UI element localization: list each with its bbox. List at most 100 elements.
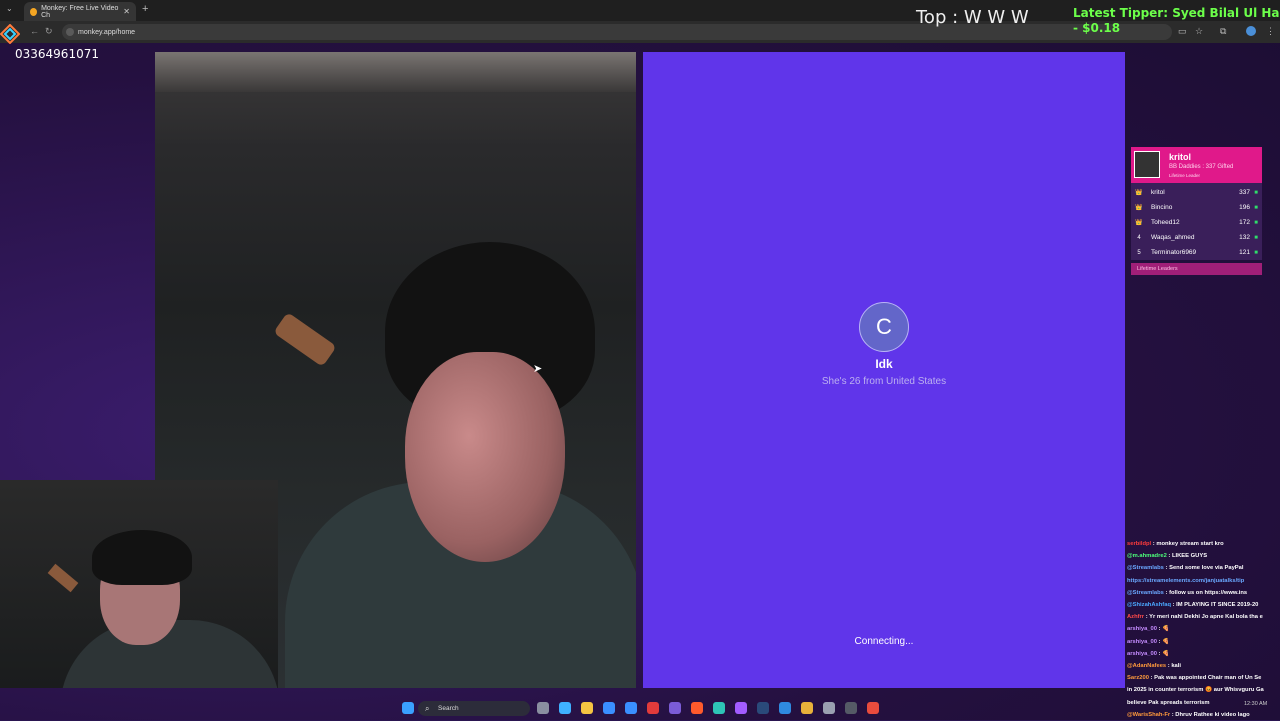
webcam-lamp [47,563,79,593]
video-lamp [273,312,337,367]
connection-status: Connecting... [854,636,914,647]
monkey-favicon-icon [30,7,38,16]
webcam-person-hair [92,530,192,585]
task-view-icon[interactable] [537,702,549,714]
leaderboard-row: 👑 Toheed12 172 ■ [1131,215,1262,230]
brave-icon[interactable] [691,702,703,714]
chat-text: : 🍕 [1156,626,1170,633]
chat-message: arshiya_00 : 🍕 [1127,623,1280,635]
chat-message: @m.ahmadre2 : LIKEE GUYS [1127,550,1280,562]
teams-icon[interactable] [669,702,681,714]
chat-message: @Streamlabs : follow us on https://www.i… [1127,587,1280,599]
chat-text: : 🍕 [1156,650,1170,657]
chat-text: : Yr meri nahi Dekhi Jo apne Kal bola th… [1144,614,1263,621]
site-info-icon[interactable] [66,28,74,36]
video-person-face [405,352,565,562]
stream-chat: serbildpl : monkey stream start kro @m.ah… [1127,538,1280,721]
leaderboard-rank: 👑 [1135,205,1143,211]
taskbar-search-input[interactable]: ⌕ Search [418,701,530,716]
leaderboard-user: kritol [1151,189,1165,196]
chat-text: : IM PLAYING IT SINCE 2019-20 [1170,602,1259,609]
gift-icon: ■ [1254,219,1258,226]
new-tab-button[interactable]: + [142,3,148,15]
chat-username: @AdanNafees [1127,663,1167,670]
leaderboard-count: 337 [1239,189,1250,196]
leaderboard-row: 👑 kritol 337 ■ [1131,185,1262,200]
leaderboard-count: 132 [1239,234,1250,241]
browser-tab[interactable]: Monkey: Free Live Video Ch ✕ [24,2,136,21]
leaderboard-user: Waqas_ahmed [1151,234,1195,241]
tipper-name: Latest Tipper: Syed Bilal Ul Hass [1073,6,1280,20]
chat-username: arshiya_00 [1127,650,1157,657]
chat-text: : monkey stream start kro [1151,541,1224,547]
chat-username: @Streamlabs [1127,589,1164,596]
chat-username: Sarz200 [1127,675,1149,682]
chat-text: : follow us on https://www.ins [1163,589,1248,596]
chat-message: arshiya_00 : 🍕 [1127,636,1280,648]
back-icon[interactable]: ← [30,26,39,36]
chat-text: : Send some love via PayPal [1163,565,1244,572]
video-ceiling [155,52,636,92]
reload-icon[interactable]: ↻ [45,26,53,37]
gift-icon: ■ [1254,189,1258,196]
chat-username: Azhfrr [1127,614,1145,621]
tab-title: Monkey: Free Live Video Ch [41,4,119,19]
chat-text: https://streamelements.com/janjuatalks/t… [1127,577,1245,584]
chrome-active-icon[interactable] [867,702,879,714]
copilot-icon[interactable] [559,702,571,714]
chat-username: @m.ahmadre2 [1127,553,1167,560]
match-avatar: C [859,302,909,352]
chat-message: Sarz200 : Pak was appointed Chair man of… [1127,672,1280,684]
search-icon: ⌕ [425,704,430,713]
tab-close-icon[interactable]: ✕ [123,7,130,16]
windows-taskbar [0,698,1280,720]
leaderboard-user: Toheed12 [1151,219,1180,226]
chat-message: @ShizahAshfaq : IM PLAYING IT SINCE 2019… [1127,599,1280,611]
leaderboard-row: 5 Terminator6969 121 ■ [1131,245,1262,260]
app-red-icon[interactable] [647,702,659,714]
chrome-icon[interactable] [801,702,813,714]
chat-username: @Streamlabs [1127,565,1164,572]
gift-icon: ■ [1254,204,1258,211]
chat-message: @AdanNafees : kali [1127,660,1280,672]
messenger-icon[interactable] [735,702,747,714]
chat-message: arshiya_00 : 🍕 [1127,648,1280,660]
app-dark-icon[interactable] [845,702,857,714]
chat-username: arshiya_00 [1127,638,1157,645]
edge-icon[interactable] [713,702,725,714]
leaderboard-footer: Lifetime Leaders [1131,263,1262,275]
leaderboard-rank: 4 [1137,234,1141,241]
chat-message: serbildpl : monkey stream start kro [1127,538,1280,550]
chat-message: in 2025 in counter terrorism 😡 aur Whisv… [1127,684,1280,696]
vscode-icon[interactable] [779,702,791,714]
chat-username: serbildpl [1127,541,1152,547]
file-explorer-icon[interactable] [581,702,593,714]
mail-icon[interactable] [625,702,637,714]
steam-icon[interactable] [757,702,769,714]
leaderboard-user: Terminator6969 [1151,249,1197,256]
stream-logo-icon [0,24,20,44]
leaderboard-count: 172 [1239,219,1250,226]
phone-number-overlay: 03364961071 [15,47,99,61]
leaderboard-count: 121 [1239,249,1250,256]
leader-title: Lifetime Leader [1169,173,1201,178]
chat-username: @ShizahAshfaq [1127,602,1171,609]
leaderboard-header: kritol BB Daddies : 337 Gifted Lifetime … [1131,147,1262,183]
taskbar-clock[interactable]: 12:30 AM [1244,700,1267,708]
leaderboard-count: 196 [1239,204,1250,211]
streamer-webcam-overlay [0,480,278,688]
start-icon[interactable] [402,702,414,714]
chat-text: : LIKEE GUYS [1166,553,1208,560]
leader-avatar [1134,151,1160,178]
app-gray-icon[interactable] [823,702,835,714]
match-name: Idk [875,357,893,371]
store-icon[interactable] [603,702,615,714]
tab-list-icon[interactable]: ⌄ [6,4,13,13]
chat-message: https://streamelements.com/janjuatalks/t… [1127,575,1280,587]
chat-text: : kali [1166,663,1181,670]
latest-tipper-overlay: Latest Tipper: Syed Bilal Ul Hass - $0.1… [1073,6,1280,36]
chat-text: : 🍕 [1156,638,1170,645]
top-supporters-label: Top : W W W [916,7,1029,28]
leaderboard-rank: 👑 [1135,220,1143,226]
leaderboard-rows: 👑 kritol 337 ■ 👑 Bincino 196 ■ 👑 Toheed12 172 ■ 4 Waq… [1131,183,1262,260]
